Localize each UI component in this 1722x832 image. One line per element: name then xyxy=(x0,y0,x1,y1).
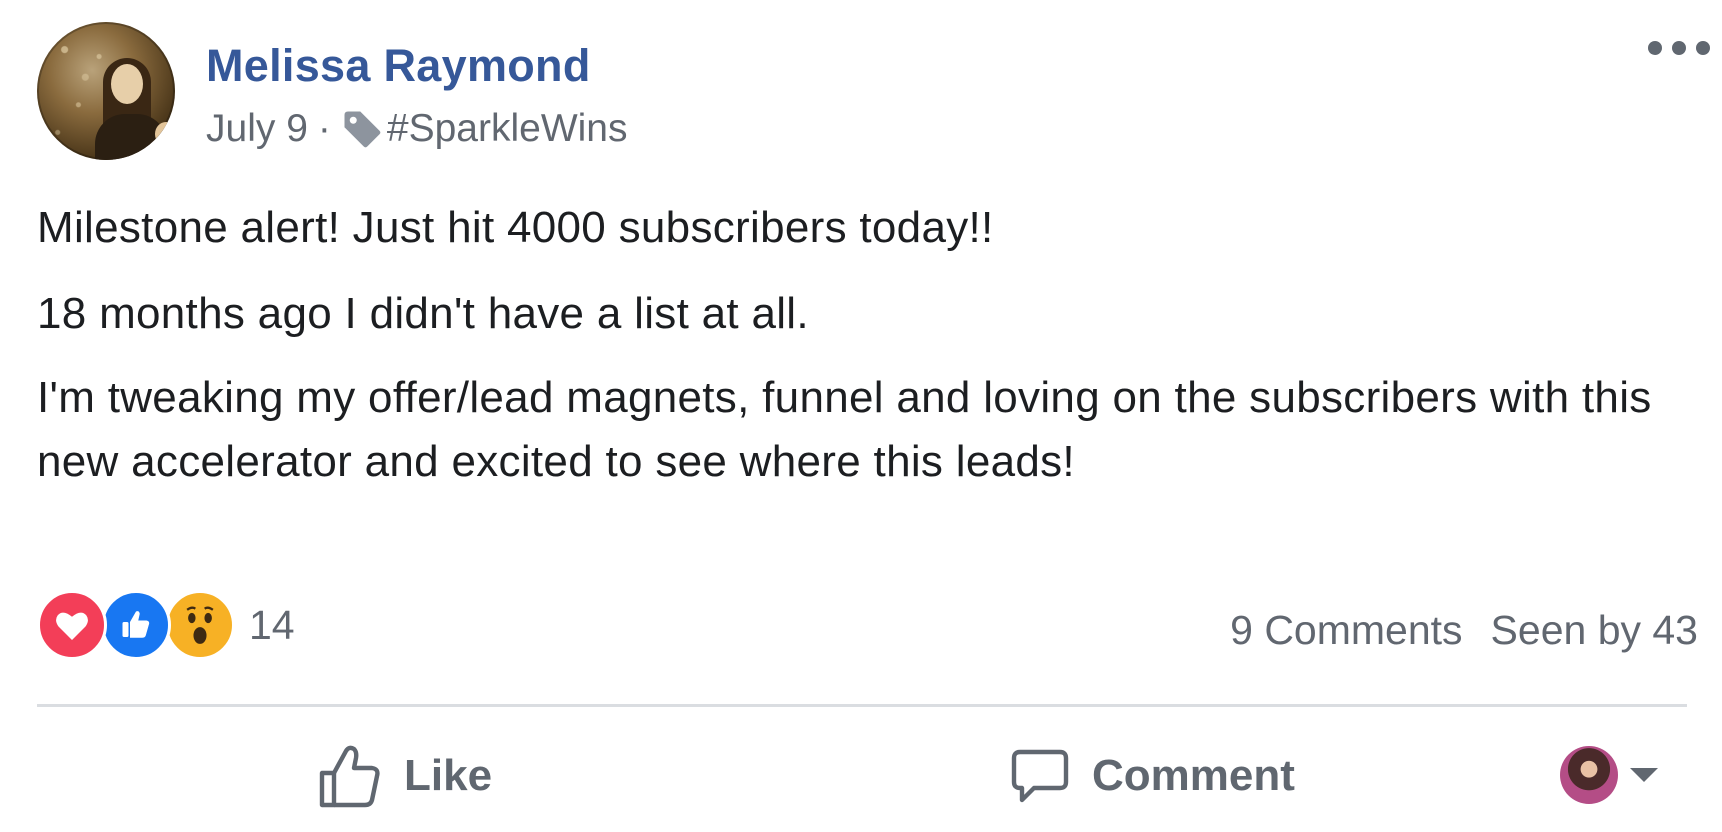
post-date[interactable]: July 9 xyxy=(206,107,308,151)
post-as-selector[interactable] xyxy=(1560,744,1658,806)
post-paragraph: 18 months ago I didn't have a list at al… xyxy=(37,289,809,338)
post-stats: 9 Comments Seen by 43 xyxy=(1230,600,1698,660)
author-name[interactable]: Melissa Raymond xyxy=(206,38,591,94)
meta-separator: · xyxy=(317,107,331,150)
post-body: Milestone alert! Just hit 4000 subscribe… xyxy=(37,196,1687,516)
post-paragraph: I'm tweaking my offer/lead magnets, funn… xyxy=(37,373,1652,486)
thumbs-up-icon xyxy=(319,745,380,808)
user-avatar xyxy=(1560,746,1618,804)
post-paragraph: Milestone alert! Just hit 4000 subscribe… xyxy=(37,203,994,252)
like-button[interactable]: Like xyxy=(318,736,492,816)
comments-count-link[interactable]: 9 Comments xyxy=(1230,607,1462,654)
divider xyxy=(37,704,1687,707)
post-meta: July 9 · #SparkleWins xyxy=(206,104,627,154)
seen-by-count[interactable]: Seen by 43 xyxy=(1491,607,1698,654)
love-reaction-icon xyxy=(37,590,107,660)
tag-icon xyxy=(344,111,381,148)
more-options-icon[interactable] xyxy=(1648,36,1710,60)
author-avatar[interactable] xyxy=(37,22,175,160)
reaction-count[interactable]: 14 xyxy=(249,602,295,649)
speech-bubble-icon xyxy=(1011,749,1069,803)
comment-label: Comment xyxy=(1092,751,1295,800)
like-reaction-icon xyxy=(101,590,171,660)
post-tag[interactable]: #SparkleWins xyxy=(387,107,628,151)
chevron-down-icon xyxy=(1630,768,1658,782)
like-label: Like xyxy=(404,751,493,800)
wow-reaction-icon xyxy=(165,590,235,660)
reactions-summary[interactable]: 14 xyxy=(37,590,295,660)
comment-button[interactable]: Comment xyxy=(1010,736,1295,816)
